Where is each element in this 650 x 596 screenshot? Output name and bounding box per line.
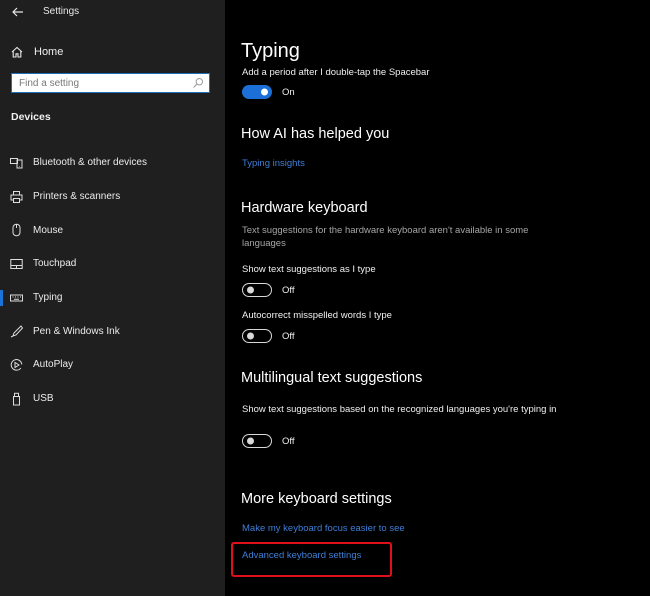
sidebar-item-label: Pen & Windows Ink <box>33 325 120 337</box>
hardware-section-title: Hardware keyboard <box>241 200 368 216</box>
sidebar-item-bluetooth[interactable]: Bluetooth & other devices <box>0 146 225 180</box>
sidebar-item-label: Typing <box>33 292 63 304</box>
touchpad-icon <box>10 258 23 269</box>
app-title: Settings <box>43 6 80 17</box>
toggle-knob <box>246 332 254 340</box>
sidebar-item-usb[interactable]: USB <box>0 382 225 416</box>
toggle-state: Off <box>282 330 295 342</box>
home-label: Home <box>34 46 64 58</box>
text-suggestions-label: Show text suggestions as I type <box>242 264 376 275</box>
main-content: Typing Add a period after I double-tap t… <box>225 0 650 596</box>
keyboard-focus-link[interactable]: Make my keyboard focus easier to see <box>242 523 405 534</box>
multilingual-setting-label: Show text suggestions based on the recog… <box>242 404 557 415</box>
sidebar-item-touchpad[interactable]: Touchpad <box>0 247 225 281</box>
search-input[interactable] <box>12 75 192 91</box>
selected-indicator <box>0 289 3 306</box>
sidebar-item-label: Mouse <box>33 224 64 236</box>
sidebar-item-printers[interactable]: Printers & scanners <box>0 180 225 214</box>
title-bar: Settings <box>0 0 225 24</box>
toggle-knob <box>246 286 254 294</box>
sidebar: Settings Home Devices Bluetooth & other … <box>0 0 225 596</box>
hardware-description: Text suggestions for the hardware keyboa… <box>242 225 529 249</box>
toggle-state: On <box>282 86 295 98</box>
autocorrect-label: Autocorrect misspelled words I type <box>242 310 392 321</box>
pen-icon <box>10 325 23 338</box>
period-toggle[interactable] <box>242 85 272 99</box>
section-title: Devices <box>11 111 51 123</box>
toggle-state: Off <box>282 435 295 447</box>
multilingual-section-title: Multilingual text suggestions <box>241 370 423 386</box>
period-setting-label: Add a period after I double-tap the Spac… <box>242 67 430 78</box>
text-suggestions-toggle[interactable] <box>242 283 272 297</box>
keyboard-icon <box>10 294 23 302</box>
multilingual-toggle[interactable] <box>242 434 272 448</box>
sidebar-item-label: Bluetooth & other devices <box>33 157 147 169</box>
toggle-knob <box>246 437 254 445</box>
text-suggestions-row: Off <box>242 283 295 297</box>
sidebar-item-typing[interactable]: Typing <box>0 281 225 315</box>
more-section-title: More keyboard settings <box>241 491 392 507</box>
sidebar-item-mouse[interactable]: Mouse <box>0 213 225 247</box>
page-title: Typing <box>241 40 300 62</box>
autocorrect-toggle[interactable] <box>242 329 272 343</box>
multilingual-row: Off <box>242 434 295 448</box>
autocorrect-row: Off <box>242 329 295 343</box>
home-nav[interactable]: Home <box>10 44 63 60</box>
ai-section-title: How AI has helped you <box>241 126 390 142</box>
home-icon <box>11 46 23 58</box>
search-icon[interactable] <box>192 77 204 89</box>
sidebar-item-label: AutoPlay <box>33 359 74 371</box>
sidebar-item-label: USB <box>33 393 54 405</box>
period-setting-row: On <box>242 85 295 99</box>
usb-icon <box>13 392 20 406</box>
autoplay-icon <box>10 359 23 371</box>
typing-insights-link[interactable]: Typing insights <box>242 158 305 169</box>
sidebar-item-autoplay[interactable]: AutoPlay <box>0 348 225 382</box>
search-box[interactable] <box>11 73 210 93</box>
toggle-state: Off <box>282 284 295 296</box>
bluetooth-devices-icon <box>10 157 23 169</box>
back-arrow-icon[interactable] <box>10 4 26 20</box>
printer-icon <box>10 190 23 203</box>
advanced-keyboard-settings-link[interactable]: Advanced keyboard settings <box>242 550 361 561</box>
sidebar-item-pen[interactable]: Pen & Windows Ink <box>0 314 225 348</box>
sidebar-item-label: Touchpad <box>33 258 77 270</box>
toggle-knob <box>261 88 268 96</box>
mouse-icon <box>12 224 21 237</box>
sidebar-nav: Bluetooth & other devices Printers & sca… <box>0 146 225 416</box>
sidebar-item-label: Printers & scanners <box>33 191 121 203</box>
